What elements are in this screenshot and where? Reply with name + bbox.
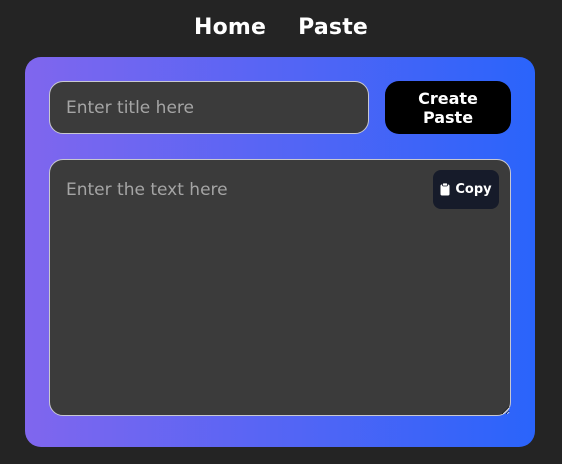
text-area-container: Copy (49, 159, 511, 416)
copy-button-label: Copy (455, 182, 492, 197)
top-nav: Home Paste (0, 10, 562, 44)
create-paste-button[interactable]: Create Paste (385, 81, 511, 134)
clipboard-icon (440, 183, 450, 196)
title-input[interactable] (49, 81, 369, 134)
paste-card: Create Paste Copy (25, 57, 535, 447)
nav-link-home[interactable]: Home (194, 15, 266, 40)
copy-button[interactable]: Copy (433, 170, 499, 209)
nav-link-paste[interactable]: Paste (298, 15, 368, 40)
